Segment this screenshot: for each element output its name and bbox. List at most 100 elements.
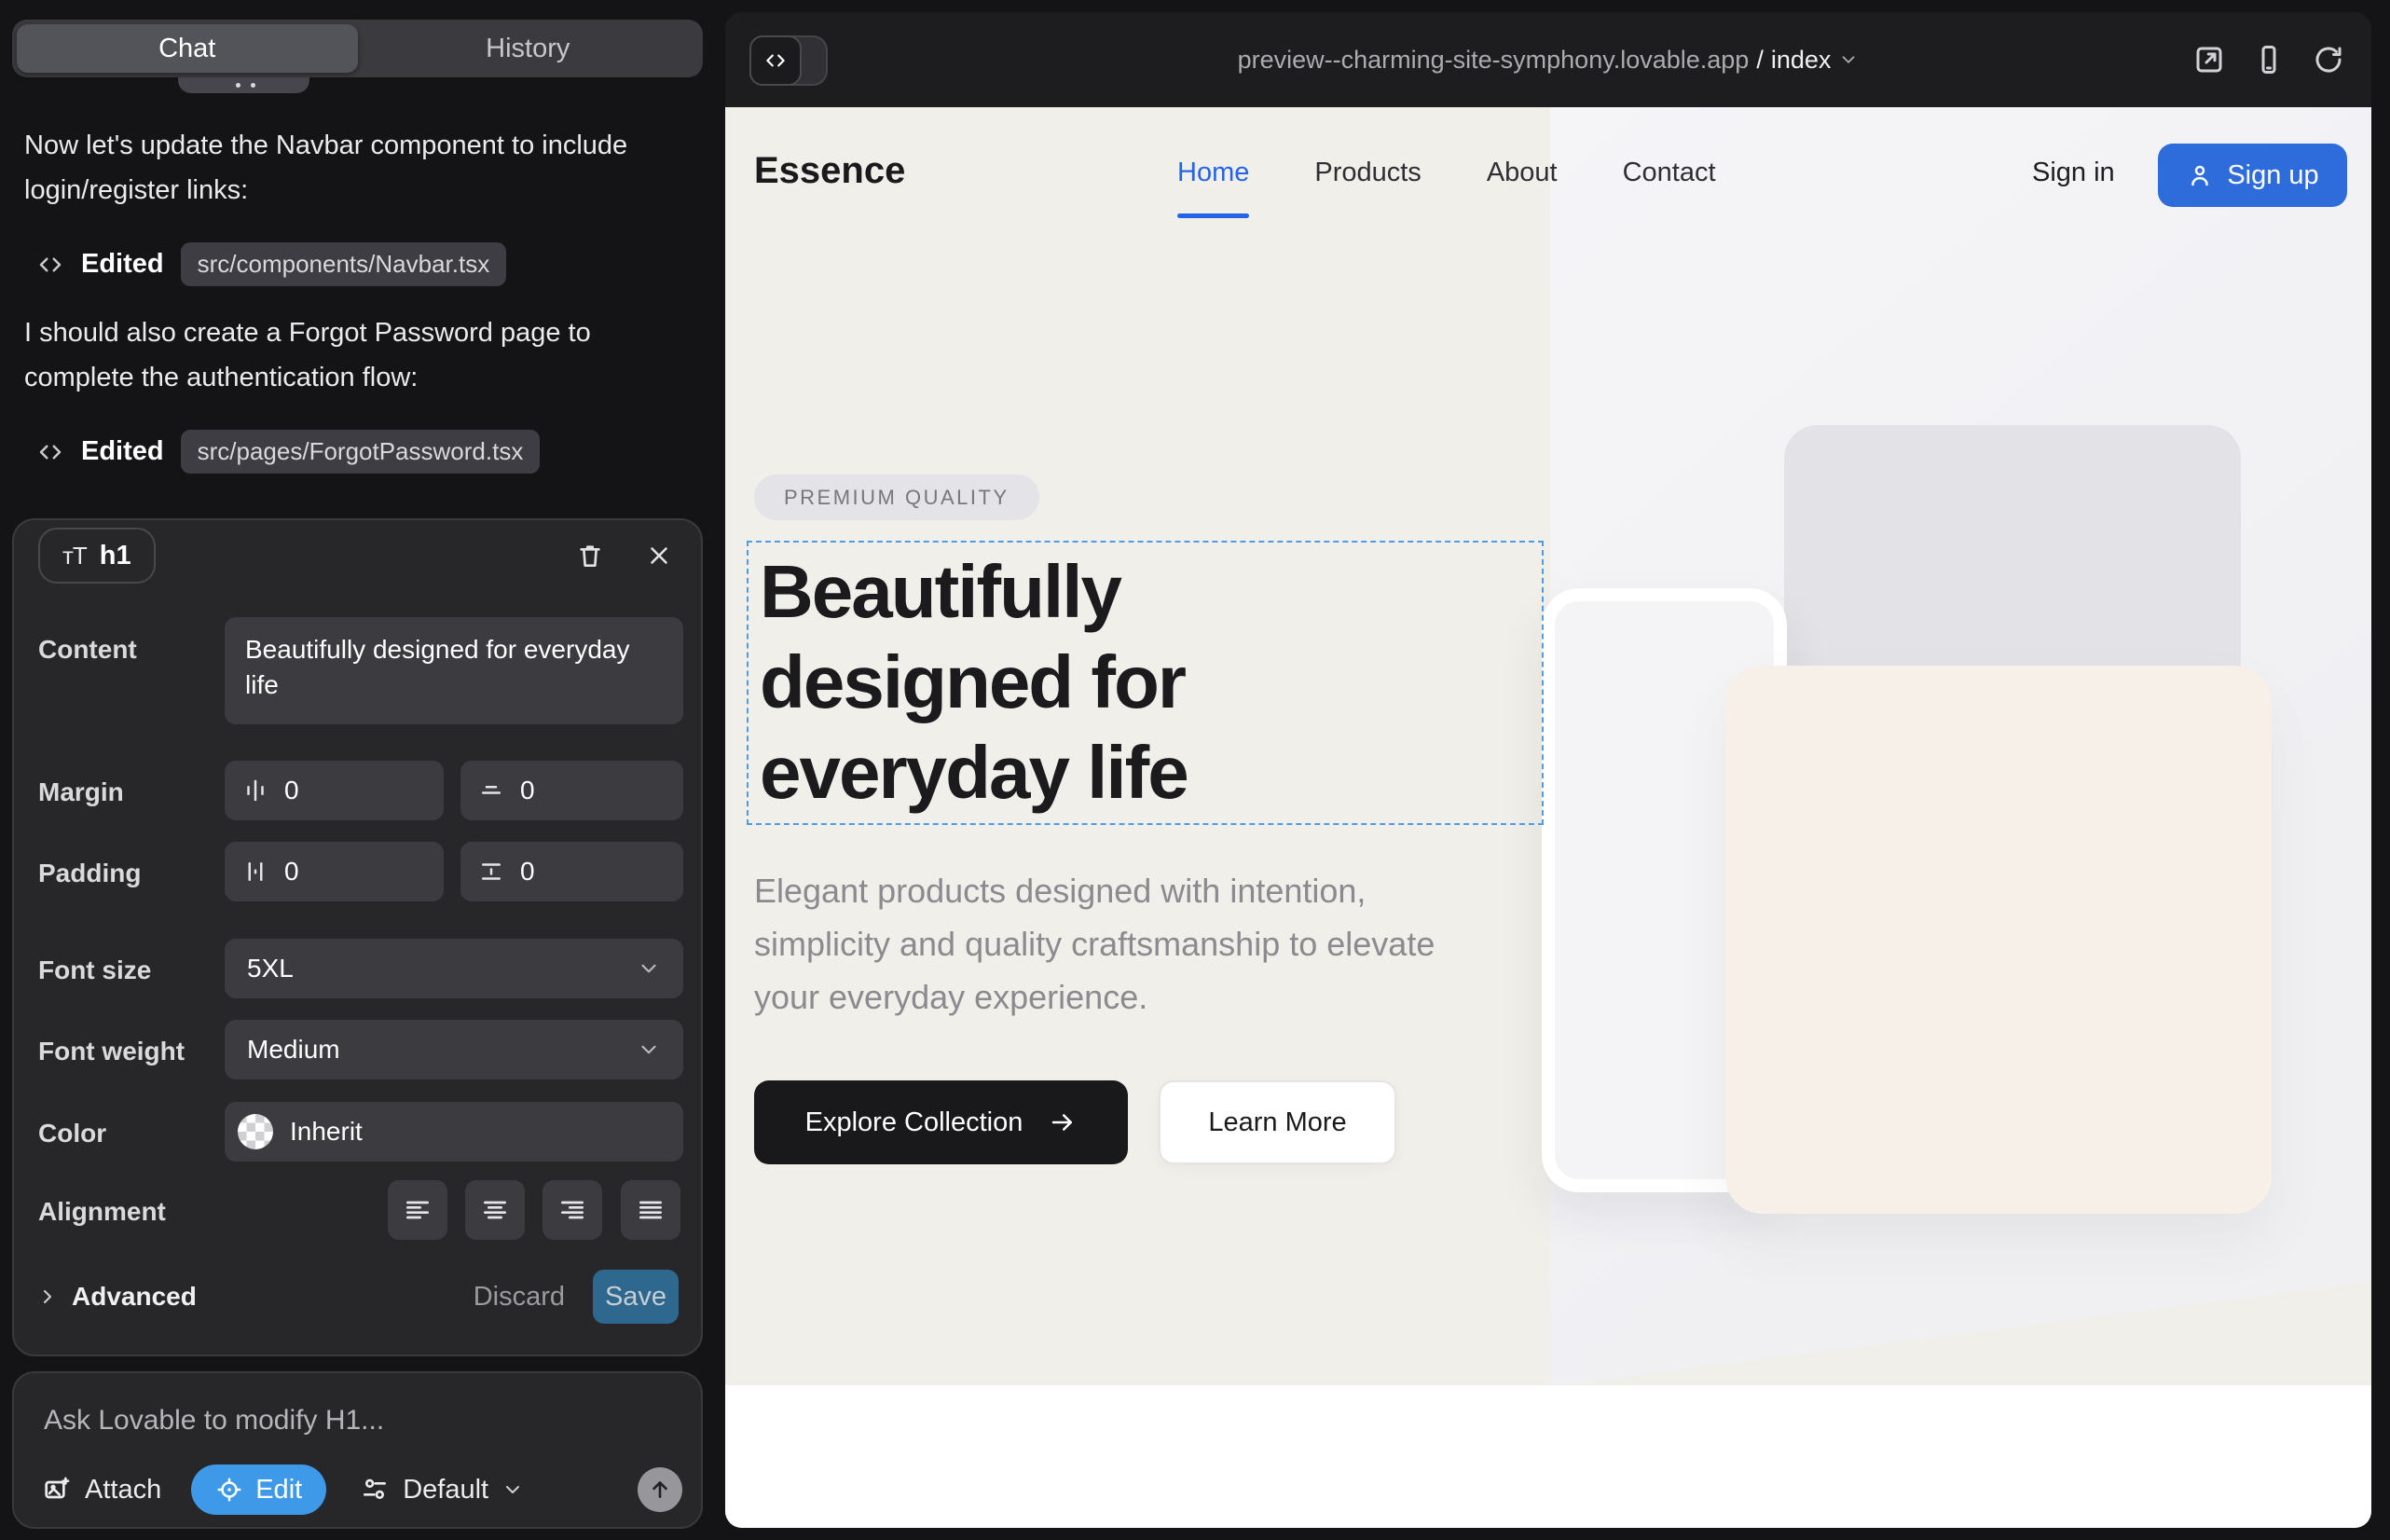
delete-element-button[interactable]: [571, 537, 609, 574]
discard-button[interactable]: Discard: [474, 1282, 565, 1313]
close-editor-button[interactable]: [640, 537, 678, 574]
chevron-down-icon: [501, 1478, 524, 1501]
chat-history-tabs: Chat History: [12, 20, 703, 77]
trash-icon: [575, 541, 605, 571]
align-right-button[interactable]: [543, 1180, 602, 1240]
refresh-icon[interactable]: [2312, 43, 2345, 76]
edited-file-row: Edited src/components/Navbar.tsx: [36, 242, 506, 286]
model-default-select[interactable]: Default: [360, 1475, 524, 1506]
chevron-right-icon: [36, 1286, 59, 1308]
chat-message: Now let's update the Navbar component to…: [24, 123, 691, 213]
hero-paragraph: Elegant products designed with intention…: [754, 864, 1449, 1024]
close-icon: [645, 542, 673, 570]
open-external-icon[interactable]: [2192, 43, 2226, 76]
align-right-icon: [557, 1195, 587, 1225]
sliders-icon: [360, 1475, 390, 1505]
decor-card-cream: [1725, 666, 2272, 1214]
url-page: index: [1771, 46, 1832, 75]
padding-x-input[interactable]: 0: [225, 842, 444, 901]
save-button[interactable]: Save: [593, 1270, 679, 1324]
nav-link-home[interactable]: Home: [1177, 158, 1249, 188]
tab-history[interactable]: History: [358, 24, 699, 73]
chevron-down-icon: [637, 1038, 661, 1062]
alignment-label: Alignment: [38, 1197, 166, 1227]
align-left-button[interactable]: [388, 1180, 447, 1240]
url-separator: /: [1756, 46, 1764, 75]
align-justify-button[interactable]: [621, 1180, 680, 1240]
chevron-down-icon: [1838, 49, 1859, 70]
code-icon: [36, 251, 64, 279]
lovable-sidebar: Chat History Now let's update the Navbar…: [0, 0, 716, 1540]
learn-more-button[interactable]: Learn More: [1159, 1080, 1396, 1164]
font-weight-label: Font weight: [38, 1037, 185, 1066]
composer-input[interactable]: Ask Lovable to modify H1...: [44, 1405, 384, 1437]
nav-link-products[interactable]: Products: [1314, 158, 1421, 188]
tab-chat[interactable]: Chat: [17, 24, 358, 73]
editor-footer: Advanced Discard Save: [14, 1266, 701, 1327]
padding-vertical-icon: [477, 858, 505, 886]
padding-horizontal-icon: [241, 858, 269, 886]
advanced-toggle[interactable]: Advanced: [36, 1282, 197, 1312]
color-select[interactable]: Inherit: [225, 1102, 683, 1162]
element-tag-label: h1: [100, 541, 131, 571]
explore-collection-button[interactable]: Explore Collection: [754, 1080, 1128, 1164]
send-button[interactable]: [638, 1467, 682, 1512]
mobile-preview-icon[interactable]: [2252, 43, 2286, 76]
url-bar[interactable]: preview--charming-site-symphony.lovable.…: [725, 12, 2371, 107]
margin-y-input[interactable]: 0: [460, 761, 683, 820]
attach-button[interactable]: Attach: [42, 1475, 161, 1506]
h1-selection-outline[interactable]: Beautifully designed for everyday life: [747, 541, 1544, 825]
site-nav: Home Products About Contact: [1177, 158, 1716, 188]
hero-cta-row: Explore Collection Learn More: [754, 1080, 1396, 1164]
hero-heading[interactable]: Beautifully designed for everyday life: [760, 546, 1394, 818]
content-label: Content: [38, 635, 137, 665]
browser-chrome: preview--charming-site-symphony.lovable.…: [725, 12, 2371, 107]
padding-y-input[interactable]: 0: [460, 842, 683, 901]
color-label: Color: [38, 1119, 106, 1148]
edit-mode-button[interactable]: Edit: [191, 1464, 326, 1515]
align-justify-icon: [636, 1195, 666, 1225]
sign-in-link[interactable]: Sign in: [2032, 158, 2115, 188]
chat-composer: Ask Lovable to modify H1... Attach Edit …: [12, 1371, 703, 1529]
color-swatch-transparent: [238, 1114, 273, 1149]
preview-browser-window: preview--charming-site-symphony.lovable.…: [725, 12, 2371, 1528]
typography-icon: тT: [62, 542, 87, 571]
font-size-label: Font size: [38, 956, 151, 985]
premium-quality-badge: PREMIUM QUALITY: [754, 474, 1039, 520]
edited-label: Edited: [81, 249, 164, 280]
user-icon: [2186, 161, 2214, 189]
font-size-select[interactable]: 5XL: [225, 939, 683, 998]
chat-message: I should also create a Forgot Password p…: [24, 310, 691, 400]
align-center-icon: [480, 1195, 510, 1225]
composer-toolbar: Attach Edit Default: [42, 1463, 682, 1517]
next-section-background: [725, 1385, 2371, 1528]
site-preview: Essence Home Products About Contact Sign…: [725, 107, 2371, 1528]
selected-element-tag: тT h1: [38, 528, 156, 584]
align-left-icon: [403, 1195, 433, 1225]
margin-vertical-icon: [477, 777, 505, 804]
arrow-up-icon: [648, 1478, 672, 1502]
edited-file-chip[interactable]: src/components/Navbar.tsx: [181, 242, 507, 286]
arrow-right-icon: [1049, 1108, 1077, 1136]
code-icon: [36, 438, 64, 466]
content-input[interactable]: Beautifully designed for everyday life: [225, 617, 683, 724]
code-toggle-active-segment: [749, 35, 802, 86]
sign-up-button[interactable]: Sign up: [2158, 144, 2347, 207]
scrolled-message-peek: [178, 77, 309, 93]
browser-actions: [2192, 43, 2345, 76]
margin-x-input[interactable]: 0: [225, 761, 444, 820]
font-weight-select[interactable]: Medium: [225, 1020, 683, 1079]
site-logo[interactable]: Essence: [754, 150, 905, 192]
nav-link-about[interactable]: About: [1487, 158, 1558, 188]
edited-label: Edited: [81, 436, 164, 467]
margin-horizontal-icon: [241, 777, 269, 804]
code-view-toggle[interactable]: [749, 35, 828, 86]
code-icon: [763, 48, 788, 73]
edited-file-row: Edited src/pages/ForgotPassword.tsx: [36, 430, 540, 474]
attach-image-icon: [42, 1475, 72, 1505]
edited-file-chip[interactable]: src/pages/ForgotPassword.tsx: [181, 430, 541, 474]
nav-link-contact[interactable]: Contact: [1623, 158, 1716, 188]
padding-label: Padding: [38, 859, 141, 888]
url-domain: preview--charming-site-symphony.lovable.…: [1238, 46, 1750, 75]
align-center-button[interactable]: [465, 1180, 525, 1240]
